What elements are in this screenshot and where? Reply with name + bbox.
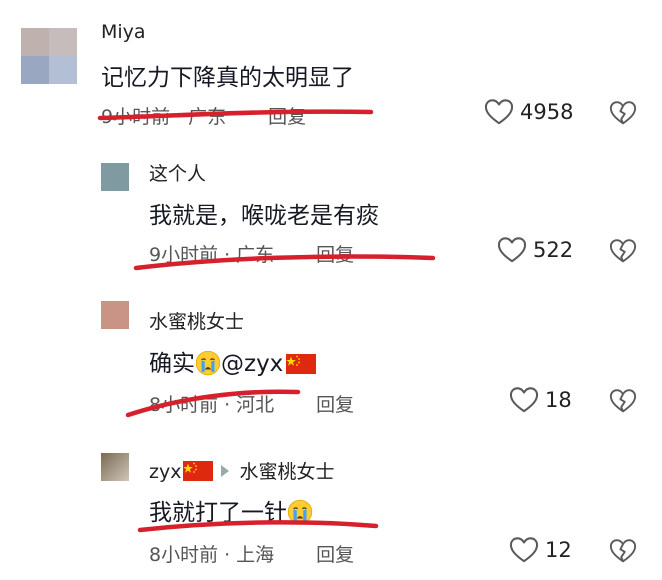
broken-heart-icon[interactable]	[609, 538, 637, 564]
reply-button[interactable]: 回复	[268, 106, 306, 128]
meta-separator: ·	[224, 544, 231, 566]
comment-location: 广东	[188, 106, 227, 128]
comment-text-body: 我就打了一针	[149, 500, 287, 526]
comment-time: 9小时前	[101, 106, 171, 128]
avatar[interactable]	[101, 301, 129, 329]
like-button[interactable]: 18	[509, 386, 572, 414]
meta-separator: ·	[176, 106, 183, 128]
like-button[interactable]: 4958	[484, 98, 573, 126]
heart-outline-icon	[509, 386, 539, 414]
heart-outline-icon	[484, 98, 514, 126]
comment-meta: 9小时前 · 广东 回复	[101, 102, 306, 129]
crying-face-emoji	[195, 350, 221, 376]
heart-outline-icon	[509, 536, 539, 564]
comment-location: 河北	[236, 394, 275, 416]
like-count: 18	[545, 388, 572, 412]
meta-separator: ·	[224, 244, 231, 266]
comment-item: Miya 记忆力下降真的太明显了 9小时前 · 广东 回复 4958	[0, 0, 662, 140]
comment-text: 记忆力下降真的太明显了	[101, 65, 354, 91]
reply-to-author[interactable]: 水蜜桃女士	[239, 461, 334, 483]
comment-author[interactable]: 这个人	[149, 159, 206, 186]
comment-author[interactable]: Miya	[101, 21, 146, 43]
comment-time: 8小时前	[149, 544, 219, 566]
reply-button[interactable]: 回复	[316, 544, 354, 566]
comment-text: 确实 @zyx	[149, 344, 316, 378]
comment-time: 8小时前	[149, 394, 219, 416]
like-count: 4958	[520, 100, 574, 124]
china-flag-icon	[286, 354, 316, 374]
comment-location: 广东	[236, 244, 275, 266]
broken-heart-icon[interactable]	[609, 238, 637, 264]
comment-item: 这个人 我就是，喉咙老是有痰 9小时前 · 广东 回复 522	[0, 140, 662, 280]
comment-author[interactable]: 水蜜桃女士	[149, 307, 244, 334]
comment-author-name[interactable]: zyx	[149, 461, 181, 483]
comment-time: 9小时前	[149, 244, 219, 266]
like-button[interactable]: 522	[497, 236, 573, 264]
comment-location: 上海	[236, 544, 275, 566]
china-flag-icon	[183, 461, 213, 481]
comment-text: 我就打了一针	[149, 493, 313, 527]
meta-separator: ·	[224, 394, 231, 416]
avatar[interactable]	[101, 453, 129, 481]
comment-text-body: 确实	[149, 351, 195, 377]
mention-link[interactable]: @zyx	[221, 351, 283, 377]
avatar[interactable]	[21, 28, 77, 84]
comment-meta: 9小时前 · 广东 回复	[149, 240, 354, 267]
comment-meta: 8小时前 · 河北 回复	[149, 390, 354, 417]
broken-heart-icon[interactable]	[609, 100, 637, 126]
triangle-right-icon	[221, 465, 230, 477]
like-count: 12	[545, 538, 572, 562]
heart-outline-icon	[497, 236, 527, 264]
like-count: 522	[533, 238, 574, 262]
comment-meta: 8小时前 · 上海 回复	[149, 540, 354, 567]
crying-face-emoji	[287, 499, 313, 525]
avatar[interactable]	[101, 163, 129, 191]
reply-button[interactable]: 回复	[316, 394, 354, 416]
comment-item: 水蜜桃女士 确实 @zyx 8小时前 · 河北 回复 18	[0, 290, 662, 430]
comment-item: zyx 水蜜桃女士 我就打了一针 8小时前 · 上海 回复 12	[0, 440, 662, 580]
reply-button[interactable]: 回复	[316, 244, 354, 266]
comment-text: 我就是，喉咙老是有痰	[149, 203, 379, 229]
comment-author[interactable]: zyx 水蜜桃女士	[149, 457, 334, 484]
broken-heart-icon[interactable]	[609, 388, 637, 414]
like-button[interactable]: 12	[509, 536, 572, 564]
